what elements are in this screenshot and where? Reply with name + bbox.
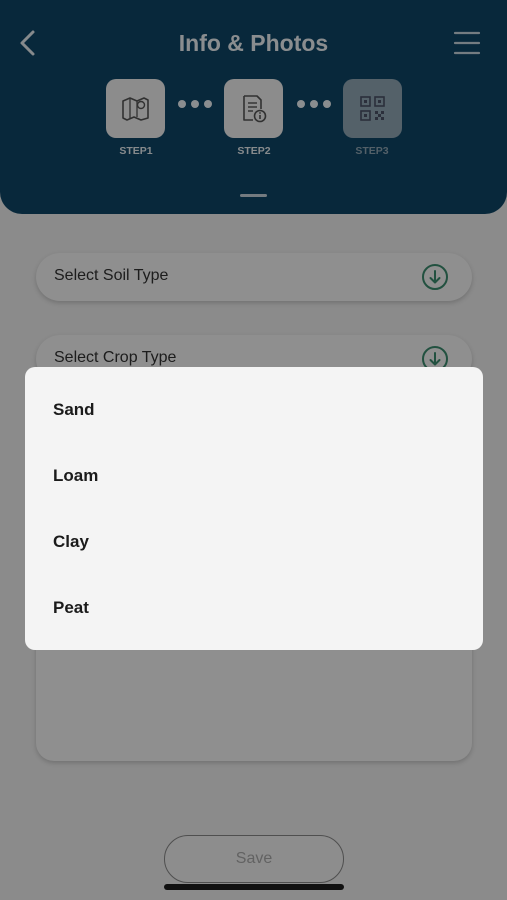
dropdown-option-sand[interactable]: Sand bbox=[25, 377, 483, 443]
home-indicator bbox=[164, 884, 344, 890]
dropdown-option-peat[interactable]: Peat bbox=[25, 575, 483, 641]
soil-type-dropdown: Sand Loam Clay Peat bbox=[25, 367, 483, 650]
dropdown-option-clay[interactable]: Clay bbox=[25, 509, 483, 575]
dropdown-option-loam[interactable]: Loam bbox=[25, 443, 483, 509]
